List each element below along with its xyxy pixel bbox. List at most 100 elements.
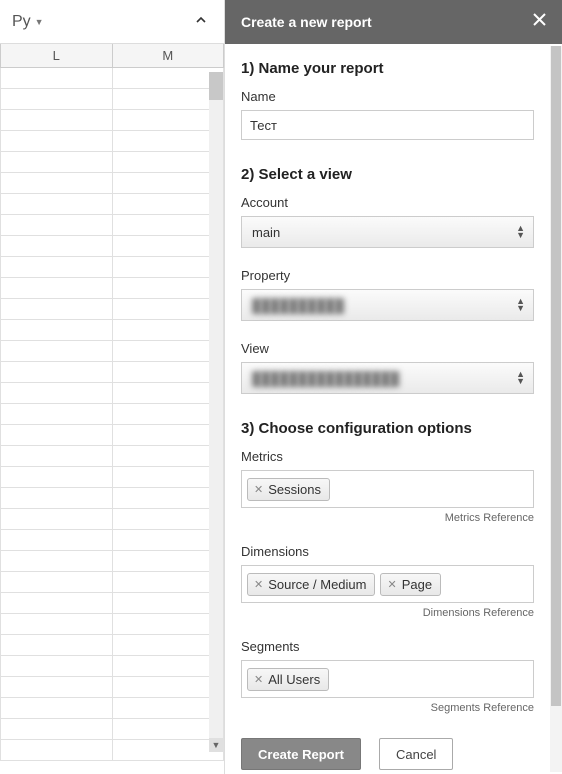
cell[interactable] <box>113 257 225 277</box>
cell[interactable] <box>0 215 113 235</box>
table-row[interactable] <box>0 299 224 320</box>
cell[interactable] <box>113 236 225 256</box>
table-row[interactable] <box>0 425 224 446</box>
cell[interactable] <box>113 299 225 319</box>
cell[interactable] <box>113 467 225 487</box>
report-name-input[interactable] <box>241 110 534 140</box>
table-row[interactable] <box>0 257 224 278</box>
cell[interactable] <box>113 404 225 424</box>
cell[interactable] <box>113 278 225 298</box>
dimensions-input[interactable]: ✕ Source / Medium ✕ Page <box>241 565 534 603</box>
table-row[interactable] <box>0 572 224 593</box>
cell[interactable] <box>113 551 225 571</box>
cell[interactable] <box>0 593 113 613</box>
table-row[interactable] <box>0 110 224 131</box>
cell[interactable] <box>113 509 225 529</box>
table-row[interactable] <box>0 677 224 698</box>
cell[interactable] <box>0 446 113 466</box>
cell[interactable] <box>0 740 113 760</box>
cell[interactable] <box>0 194 113 214</box>
column-header[interactable]: L <box>0 44 113 67</box>
cell[interactable] <box>113 383 225 403</box>
cell[interactable] <box>0 404 113 424</box>
cell[interactable] <box>113 68 225 88</box>
cell[interactable] <box>0 551 113 571</box>
cell[interactable] <box>0 383 113 403</box>
table-row[interactable] <box>0 236 224 257</box>
cell[interactable] <box>113 320 225 340</box>
remove-tag-icon[interactable]: ✕ <box>254 483 263 496</box>
table-row[interactable] <box>0 173 224 194</box>
cell[interactable] <box>0 509 113 529</box>
table-row[interactable] <box>0 68 224 89</box>
column-header[interactable]: M <box>113 44 225 67</box>
cell[interactable] <box>0 635 113 655</box>
cell[interactable] <box>113 110 225 130</box>
table-row[interactable] <box>0 530 224 551</box>
segment-tag[interactable]: ✕ All Users <box>247 668 329 691</box>
cell[interactable] <box>0 467 113 487</box>
scroll-thumb[interactable] <box>551 46 561 706</box>
scroll-down-arrow-icon[interactable]: ▼ <box>209 738 223 752</box>
cell[interactable] <box>0 425 113 445</box>
cell[interactable] <box>0 320 113 340</box>
cell[interactable] <box>113 635 225 655</box>
cell[interactable] <box>0 257 113 277</box>
dimension-tag[interactable]: ✕ Page <box>380 573 441 596</box>
table-row[interactable] <box>0 383 224 404</box>
table-row[interactable] <box>0 593 224 614</box>
table-row[interactable] <box>0 488 224 509</box>
table-row[interactable] <box>0 446 224 467</box>
panel-vertical-scrollbar[interactable] <box>550 46 562 772</box>
view-select[interactable]: ████████████████ ▲▼ <box>241 362 534 394</box>
sheet-vertical-scrollbar[interactable]: ▼ <box>209 72 223 752</box>
cell[interactable] <box>113 698 225 718</box>
cell[interactable] <box>113 215 225 235</box>
create-report-button[interactable]: Create Report <box>241 738 361 770</box>
cell[interactable] <box>0 110 113 130</box>
cell[interactable] <box>0 362 113 382</box>
cell[interactable] <box>0 68 113 88</box>
cell[interactable] <box>0 341 113 361</box>
table-row[interactable] <box>0 215 224 236</box>
cell[interactable] <box>113 341 225 361</box>
cell[interactable] <box>113 740 225 760</box>
table-row[interactable] <box>0 278 224 299</box>
table-row[interactable] <box>0 404 224 425</box>
table-row[interactable] <box>0 551 224 572</box>
metric-tag[interactable]: ✕ Sessions <box>247 478 330 501</box>
cell[interactable] <box>0 278 113 298</box>
remove-tag-icon[interactable]: ✕ <box>254 578 263 591</box>
table-row[interactable] <box>0 614 224 635</box>
table-row[interactable] <box>0 152 224 173</box>
table-row[interactable] <box>0 89 224 110</box>
cell[interactable] <box>0 89 113 109</box>
table-row[interactable] <box>0 362 224 383</box>
table-row[interactable] <box>0 509 224 530</box>
table-row[interactable] <box>0 740 224 761</box>
cell[interactable] <box>113 446 225 466</box>
cell[interactable] <box>113 131 225 151</box>
cell[interactable] <box>0 152 113 172</box>
collapse-button[interactable] <box>190 9 212 34</box>
table-row[interactable] <box>0 320 224 341</box>
cell[interactable] <box>113 572 225 592</box>
dimension-tag[interactable]: ✕ Source / Medium <box>247 573 375 596</box>
cell[interactable] <box>0 656 113 676</box>
cell[interactable] <box>113 89 225 109</box>
cell[interactable] <box>113 593 225 613</box>
scroll-thumb[interactable] <box>209 72 223 100</box>
cell[interactable] <box>0 488 113 508</box>
cell[interactable] <box>113 719 225 739</box>
cell[interactable] <box>0 719 113 739</box>
remove-tag-icon[interactable]: ✕ <box>254 673 263 686</box>
cell[interactable] <box>113 425 225 445</box>
table-row[interactable] <box>0 341 224 362</box>
cell[interactable] <box>113 530 225 550</box>
cell[interactable] <box>0 698 113 718</box>
toolbar-dropdown[interactable]: Py ▼ <box>12 13 44 31</box>
cell[interactable] <box>113 173 225 193</box>
cell[interactable] <box>0 173 113 193</box>
segments-input[interactable]: ✕ All Users <box>241 660 534 698</box>
cell[interactable] <box>113 677 225 697</box>
